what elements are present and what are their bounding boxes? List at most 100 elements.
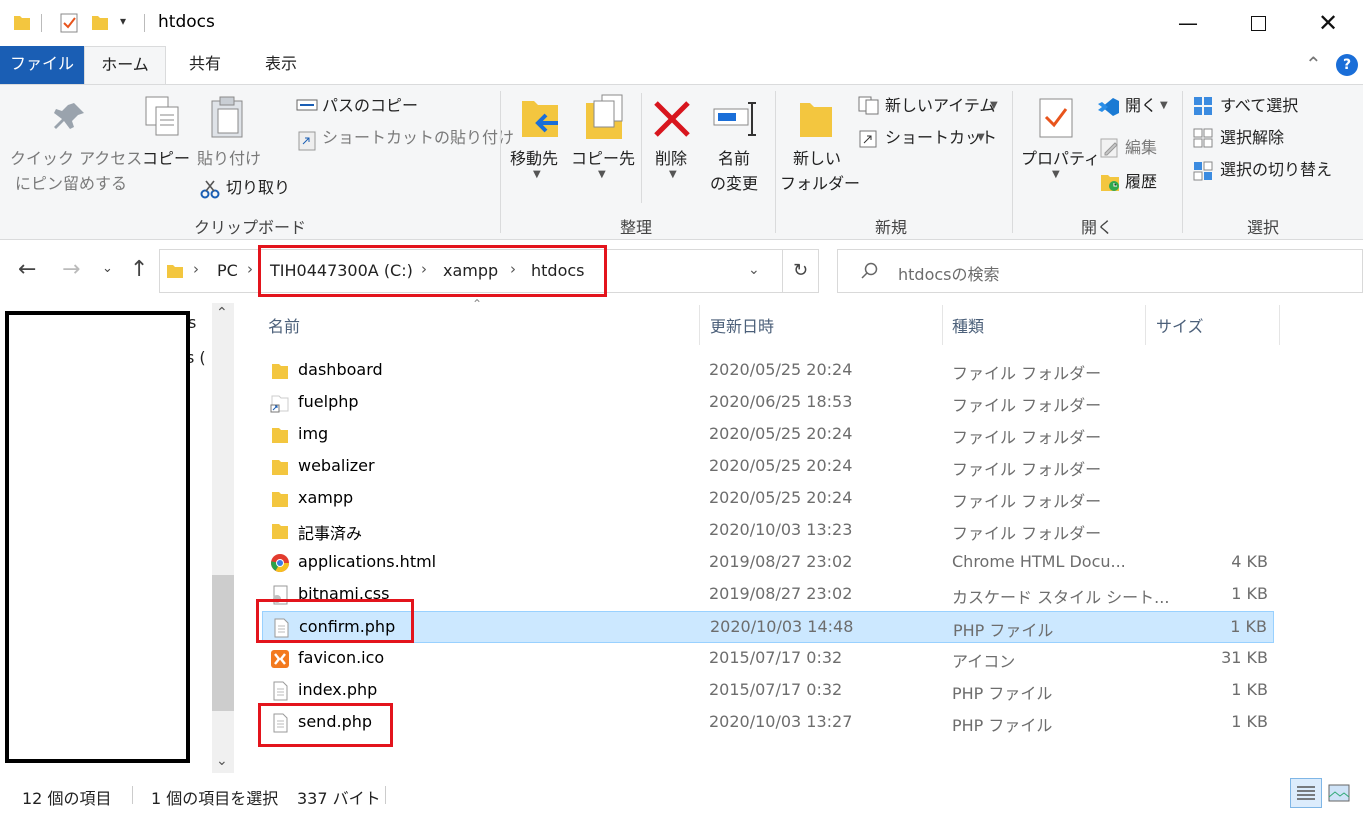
file-row[interactable]: favicon.ico 2015/07/17 0:32 アイコン 31 KB bbox=[262, 643, 1274, 675]
cut-button[interactable]: 切り取り bbox=[226, 176, 290, 200]
tab-view[interactable]: 表示 bbox=[248, 46, 314, 84]
shortcut-dropdown-icon[interactable]: ▼ bbox=[977, 132, 985, 143]
large-icons-view-button[interactable] bbox=[1326, 780, 1352, 806]
move-to-button[interactable]: 移動先 bbox=[510, 147, 558, 171]
scrollbar-thumb[interactable] bbox=[212, 575, 234, 711]
file-type: PHP ファイル bbox=[952, 684, 1053, 703]
breadcrumb-separator-icon[interactable]: › bbox=[247, 260, 253, 278]
column-header-name[interactable]: 名前 bbox=[268, 313, 300, 337]
edit-button[interactable]: 編集 bbox=[1125, 136, 1157, 160]
copy-button[interactable]: コピー bbox=[142, 147, 190, 171]
up-arrow-icon[interactable]: ↑ bbox=[130, 257, 148, 282]
new-folder-quick-icon[interactable] bbox=[90, 12, 110, 32]
move-to-dropdown-icon[interactable]: ▼ bbox=[533, 169, 541, 180]
navigation-pane-scrollbar[interactable]: ⌃ ⌄ bbox=[212, 303, 234, 773]
address-dropdown-icon[interactable]: ⌄ bbox=[748, 262, 760, 278]
group-open-label: 開く bbox=[1080, 218, 1113, 237]
large-icons-view-icon bbox=[1328, 784, 1350, 802]
properties-quick-icon[interactable] bbox=[58, 12, 80, 34]
delete-dropdown-icon[interactable]: ▼ bbox=[669, 169, 677, 180]
tab-file[interactable]: ファイル bbox=[0, 46, 84, 84]
properties-button[interactable]: プロパティ bbox=[1021, 147, 1100, 171]
details-view-button[interactable] bbox=[1290, 778, 1322, 808]
group-organize-label: 整理 bbox=[619, 218, 652, 237]
file-type: PHP ファイル bbox=[953, 621, 1054, 640]
file-type: ファイル フォルダー bbox=[952, 428, 1102, 447]
document-icon bbox=[273, 681, 288, 701]
paste-button[interactable]: 貼り付け bbox=[197, 147, 261, 171]
file-size: 1 KB bbox=[1230, 617, 1267, 636]
file-type: アイコン bbox=[952, 652, 1016, 671]
breadcrumb-separator-icon[interactable]: › bbox=[193, 260, 199, 278]
pin-quick-access-label-1[interactable]: クイック アクセス bbox=[10, 147, 142, 171]
file-row[interactable]: dashboard 2020/05/25 20:24 ファイル フォルダー bbox=[262, 355, 1274, 387]
back-arrow-icon[interactable]: ← bbox=[18, 257, 36, 282]
rename-label-2[interactable]: の変更 bbox=[703, 172, 765, 196]
invert-selection-button[interactable]: 選択の切り替え bbox=[1220, 158, 1332, 182]
status-bar: 12 個の項目 1 個の項目を選択 337 バイト bbox=[0, 774, 1363, 813]
file-size: 1 KB bbox=[1231, 584, 1268, 603]
recent-locations-chevron-icon[interactable]: ⌄ bbox=[102, 261, 113, 276]
select-none-icon bbox=[1193, 128, 1213, 148]
select-none-button[interactable]: 選択解除 bbox=[1220, 126, 1284, 150]
delete-button[interactable]: 削除 bbox=[655, 147, 687, 171]
open-dropdown-icon[interactable]: ▼ bbox=[1160, 100, 1168, 111]
new-folder-label-1[interactable]: 新しい bbox=[784, 147, 850, 171]
file-row[interactable]: 記事済み 2020/10/03 13:23 ファイル フォルダー bbox=[262, 515, 1274, 547]
forward-arrow-icon[interactable]: → bbox=[62, 257, 80, 282]
file-size: 1 KB bbox=[1231, 680, 1268, 699]
window-title: htdocs bbox=[158, 12, 215, 32]
file-name: applications.html bbox=[298, 552, 437, 571]
maximize-button[interactable] bbox=[1235, 0, 1281, 46]
copy-path-button[interactable]: パスのコピー bbox=[322, 94, 418, 118]
collapse-ribbon-icon[interactable]: ⌃ bbox=[1305, 52, 1322, 76]
customize-quick-access-icon[interactable]: ▾ bbox=[120, 14, 126, 28]
file-row[interactable]: xampp 2020/05/25 20:24 ファイル フォルダー bbox=[262, 483, 1274, 515]
file-row[interactable]: index.php 2015/07/17 0:32 PHP ファイル 1 KB bbox=[262, 675, 1274, 707]
minimize-button[interactable]: — bbox=[1165, 0, 1211, 46]
tab-home[interactable]: ホーム bbox=[84, 46, 166, 84]
invert-selection-icon bbox=[1193, 161, 1213, 181]
close-button[interactable]: ✕ bbox=[1305, 0, 1351, 46]
history-icon bbox=[1101, 175, 1119, 191]
scroll-down-icon[interactable]: ⌄ bbox=[216, 753, 228, 769]
new-item-icon bbox=[858, 96, 879, 115]
folder-icon bbox=[14, 16, 30, 30]
file-row[interactable]: applications.html 2019/08/27 23:02 Chrome … bbox=[262, 547, 1274, 579]
copy-to-icon bbox=[586, 94, 623, 139]
tab-share[interactable]: 共有 bbox=[172, 46, 238, 84]
file-row[interactable]: send.php 2020/10/03 13:27 PHP ファイル 1 KB bbox=[262, 707, 1274, 739]
new-item-dropdown-icon[interactable]: ▼ bbox=[990, 100, 998, 111]
column-header-size[interactable]: サイズ bbox=[1156, 313, 1204, 337]
history-button[interactable]: 履歴 bbox=[1125, 170, 1157, 194]
navigation-pane[interactable]: s s ( ⌃ ⌄ bbox=[0, 303, 236, 773]
column-header-type[interactable]: 種類 bbox=[952, 313, 984, 337]
search-box[interactable]: htdocsの検索 bbox=[837, 249, 1363, 293]
file-row[interactable]: webalizer 2020/05/25 20:24 ファイル フォルダー bbox=[262, 451, 1274, 483]
column-header-date[interactable]: 更新日時 bbox=[710, 313, 774, 337]
file-row[interactable]: img 2020/05/25 20:24 ファイル フォルダー bbox=[262, 419, 1274, 451]
copy-to-dropdown-icon[interactable]: ▼ bbox=[598, 169, 606, 180]
pin-quick-access-label-2[interactable]: にピン留めする bbox=[10, 172, 132, 196]
copy-to-button[interactable]: コピー先 bbox=[571, 147, 635, 171]
new-item-button[interactable]: 新しいアイテム bbox=[885, 94, 995, 118]
chrome-icon bbox=[271, 554, 289, 573]
breadcrumb-pc[interactable]: PC bbox=[217, 261, 238, 280]
new-folder-label-2[interactable]: フォルダー bbox=[780, 172, 860, 196]
properties-dropdown-icon[interactable]: ▼ bbox=[1052, 169, 1060, 180]
folder-icon bbox=[272, 428, 288, 443]
help-icon[interactable]: ? bbox=[1336, 54, 1358, 76]
file-type: PHP ファイル bbox=[952, 716, 1053, 735]
group-new-label: 新規 bbox=[874, 218, 907, 237]
file-name: fuelphp bbox=[298, 392, 359, 411]
details-view-icon bbox=[1297, 786, 1315, 800]
select-all-button[interactable]: すべて選択 bbox=[1220, 94, 1298, 118]
open-button[interactable]: 開く bbox=[1125, 94, 1157, 118]
file-name: img bbox=[298, 424, 329, 443]
scroll-up-icon[interactable]: ⌃ bbox=[216, 305, 228, 321]
paste-shortcut-button[interactable]: ショートカットの貼り付け bbox=[322, 126, 514, 150]
file-row[interactable]: fuelphp 2020/06/25 18:53 ファイル フォルダー bbox=[262, 387, 1274, 419]
refresh-icon[interactable]: ↻ bbox=[793, 260, 808, 281]
new-folder-icon bbox=[800, 103, 832, 137]
rename-label-1[interactable]: 名前 bbox=[703, 147, 765, 171]
